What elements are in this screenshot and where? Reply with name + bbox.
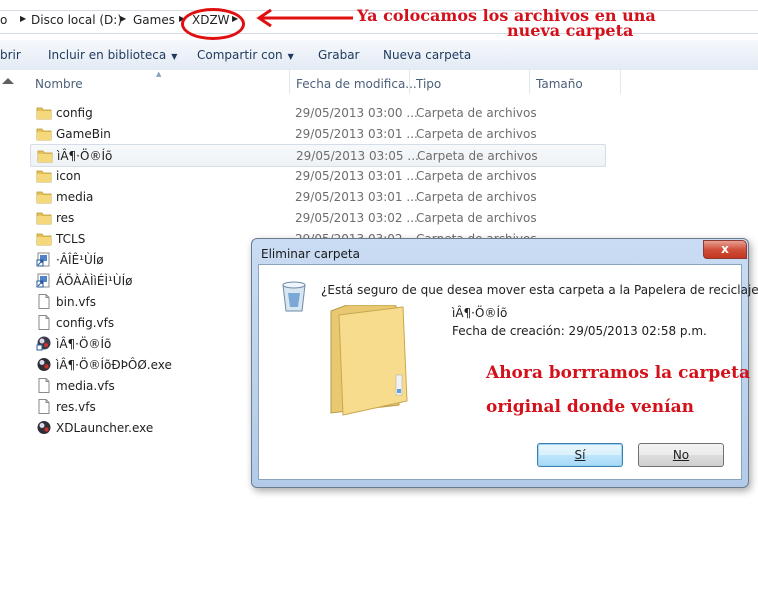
recycle-bin-icon <box>282 281 306 312</box>
game-shortcut-icon <box>36 336 52 351</box>
file-type: Carpeta de archivos <box>416 211 537 225</box>
folder-icon <box>36 231 52 246</box>
file-icon <box>36 399 52 414</box>
folder-icon <box>36 210 52 225</box>
file-row[interactable]: icon 29/05/2013 03:01 ... Carpeta de archi… <box>30 165 604 186</box>
folder-icon <box>36 168 52 183</box>
game-exe-icon <box>36 420 52 435</box>
no-label: No <box>672 448 690 462</box>
dropdown-arrow-icon: ▼ <box>287 52 294 61</box>
file-icon <box>36 315 52 330</box>
file-name: XDLauncher.exe <box>56 421 154 435</box>
file-row[interactable]: ìÂ¶·Ö®Íõ 29/05/2013 03:05 ... Carpeta de a… <box>30 144 606 167</box>
dialog-created-date: Fecha de creación: 29/05/2013 02:58 p.m. <box>452 324 707 338</box>
nueva-carpeta-button[interactable]: Nueva carpeta <box>383 48 471 62</box>
incluir-label: Incluir en biblioteca <box>48 48 167 62</box>
file-type: Carpeta de archivos <box>417 149 538 163</box>
compartir-button[interactable]: Compartir con ▼ <box>197 48 294 62</box>
file-type: Carpeta de archivos <box>416 169 537 183</box>
breadcrumb-item-prev[interactable]: o <box>0 13 7 27</box>
file-name: res <box>56 211 75 225</box>
dialog-body: ¿Está seguro de que desea mover esta car… <box>258 264 758 480</box>
yes-label: Sí <box>574 448 586 462</box>
yes-button[interactable]: Sí <box>537 443 623 467</box>
file-type: Carpeta de archivos <box>416 127 537 141</box>
file-date: 29/05/2013 03:01 ... <box>295 169 418 183</box>
file-row[interactable]: GameBin 29/05/2013 03:01 ... Carpeta de ar… <box>30 123 604 144</box>
delete-folder-dialog: Eliminar carpeta x ¿Está seguro de que d… <box>251 238 758 488</box>
folder-icon <box>36 189 52 204</box>
large-folder-icon <box>330 305 408 416</box>
file-row[interactable]: media 29/05/2013 03:01 ... Carpeta de arch… <box>30 186 604 207</box>
file-type: Carpeta de archivos <box>416 190 537 204</box>
annotation-top-line2: nueva carpeta <box>507 21 634 40</box>
column-header-nombre[interactable]: Nombre <box>35 77 83 91</box>
file-type: Carpeta de archivos <box>416 106 537 120</box>
highlight-circle-annotation <box>181 8 245 40</box>
column-divider[interactable] <box>620 70 621 94</box>
red-arrow-icon <box>256 8 353 28</box>
shortcut-icon <box>36 273 52 288</box>
folder-icon <box>36 105 52 120</box>
dropdown-arrow-icon: ▼ <box>171 52 178 61</box>
chevron-right-icon[interactable]: ▶ <box>120 14 126 23</box>
column-header-fecha[interactable]: Fecha de modifica... <box>296 77 417 91</box>
file-row[interactable]: config 29/05/2013 03:00 ... Carpeta de arc… <box>30 102 604 123</box>
dialog-folder-name: ìÂ¶·Ö®Íõ <box>452 306 508 320</box>
compartir-label: Compartir con <box>197 48 283 62</box>
close-button[interactable]: x <box>703 240 747 259</box>
dialog-question: ¿Está seguro de que desea mover esta car… <box>321 283 758 297</box>
file-date: 29/05/2013 03:02 ... <box>295 211 418 225</box>
game-exe-icon <box>36 357 52 372</box>
file-name: ìÂ¶·Ö®Íõ <box>57 149 113 163</box>
no-button[interactable]: No <box>638 443 724 467</box>
shortcut-icon <box>36 252 52 267</box>
file-name: media.vfs <box>56 379 115 393</box>
column-header-tipo[interactable]: Tipo <box>416 77 441 91</box>
file-date: 29/05/2013 03:01 ... <box>295 190 418 204</box>
chevron-right-icon[interactable]: ▶ <box>20 14 26 23</box>
annotation-dialog-line2: original donde venían <box>486 397 694 417</box>
annotation-dialog-line1: Ahora borrramos la carpeta <box>486 363 750 383</box>
file-date: 29/05/2013 03:05 ... <box>296 149 419 163</box>
breadcrumb-item-games[interactable]: Games <box>133 13 175 27</box>
file-icon <box>36 378 52 393</box>
breadcrumb-item-disco[interactable]: Disco local (D:) <box>31 13 122 27</box>
file-date: 29/05/2013 03:00 ... <box>295 106 418 120</box>
file-icon <box>36 294 52 309</box>
file-date: 29/05/2013 03:01 ... <box>295 127 418 141</box>
file-row[interactable]: res 29/05/2013 03:02 ... Carpeta de archiv… <box>30 207 604 228</box>
close-icon: x <box>721 242 729 256</box>
file-name: ìÂ¶·Ö®ÍõÐÞÔØ.exe <box>56 358 172 372</box>
file-name: ·ÂÎÊ¹ÙÍø <box>56 253 104 267</box>
file-name: ìÂ¶·Ö®Íõ <box>56 337 112 351</box>
file-name: config <box>56 106 93 120</box>
grabar-button[interactable]: Grabar <box>318 48 360 62</box>
column-divider[interactable] <box>289 70 290 94</box>
file-name: icon <box>56 169 81 183</box>
column-header-row: ▲ Nombre Fecha de modifica... Tipo Tamañ… <box>0 70 758 96</box>
dialog-title: Eliminar carpeta <box>261 247 360 261</box>
command-toolbar: brir Incluir en biblioteca ▼ Compartir co… <box>0 40 758 71</box>
column-divider[interactable] <box>529 70 530 94</box>
file-name: config.vfs <box>56 316 115 330</box>
file-name: ÁÖÀÀÌìÉÌ¹ÙÍø <box>56 274 133 288</box>
scroll-up-icon[interactable] <box>0 73 16 89</box>
abrir-button[interactable]: brir <box>0 48 21 62</box>
sort-ascending-icon: ▲ <box>156 70 162 78</box>
incluir-biblioteca-button[interactable]: Incluir en biblioteca ▼ <box>48 48 177 62</box>
file-name: bin.vfs <box>56 295 96 309</box>
folder-icon <box>37 148 53 163</box>
file-name: media <box>56 190 94 204</box>
column-divider[interactable] <box>409 70 410 94</box>
file-name: TCLS <box>56 232 86 246</box>
column-header-tamano[interactable]: Tamaño <box>536 77 583 91</box>
file-name: res.vfs <box>56 400 96 414</box>
file-name: GameBin <box>56 127 111 141</box>
folder-icon <box>36 126 52 141</box>
